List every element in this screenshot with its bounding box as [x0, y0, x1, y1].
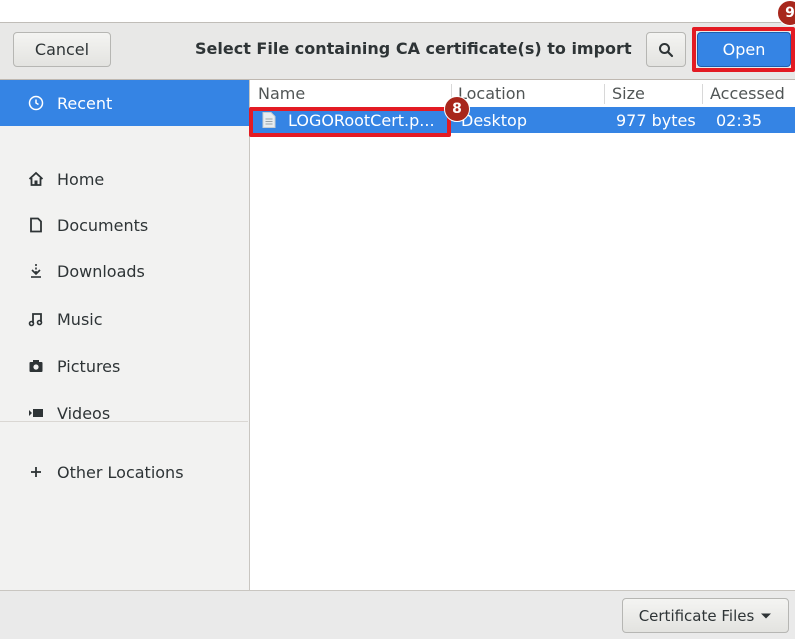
annotation-highlight-file [249, 107, 451, 137]
sidebar-item-downloads[interactable]: Downloads [0, 248, 249, 294]
sidebar-item-label: Pictures [57, 356, 121, 376]
sidebar-separator [0, 421, 248, 422]
bottom-bar: Certificate Files [0, 590, 795, 639]
file-chooser-dialog: Cancel Select File containing CA certifi… [0, 22, 795, 639]
sidebar-item-label: Other Locations [57, 462, 184, 482]
file-list: Name Location Size Accessed LOGORootCert… [250, 80, 795, 590]
file-location: Desktop [461, 110, 527, 130]
document-icon [27, 216, 45, 234]
video-icon [27, 404, 45, 422]
header-bar: Cancel Select File containing CA certifi… [0, 23, 795, 80]
sidebar-item-label: Home [57, 169, 105, 189]
sidebar-item-documents[interactable]: Documents [0, 202, 249, 248]
file-size: 977 bytes [616, 110, 696, 130]
places-sidebar: Recent Home Documents Downloads Music Pi… [0, 80, 250, 590]
file-accessed: 02:35 [716, 110, 763, 130]
sidebar-item-label: Music [57, 309, 103, 329]
sidebar-item-videos[interactable]: Videos [0, 390, 249, 436]
file-filter-dropdown[interactable]: Certificate Files [622, 598, 789, 633]
search-button[interactable] [646, 32, 686, 67]
sidebar-item-recent[interactable]: Recent [0, 80, 249, 126]
camera-icon [27, 357, 45, 375]
annotation-highlight-open [692, 27, 795, 72]
search-icon [659, 42, 674, 57]
column-header-name[interactable]: Name [258, 80, 305, 106]
sidebar-item-other-locations[interactable]: Other Locations [0, 449, 249, 495]
music-icon [27, 310, 45, 328]
column-divider [604, 84, 605, 104]
home-icon [27, 170, 45, 188]
sidebar-item-label: Videos [57, 403, 111, 423]
annotation-badge-8: 8 [444, 96, 470, 122]
sidebar-item-label: Recent [57, 93, 113, 113]
filter-label: Certificate Files [638, 606, 755, 625]
sidebar-item-music[interactable]: Music [0, 296, 249, 342]
sidebar-item-label: Documents [57, 215, 149, 235]
plus-icon [27, 463, 45, 481]
cancel-button[interactable]: Cancel [13, 32, 111, 67]
chevron-down-icon [761, 613, 772, 618]
sidebar-item-label: Downloads [57, 261, 145, 281]
column-header-accessed[interactable]: Accessed [710, 80, 785, 106]
clock-icon [27, 94, 45, 112]
dialog-title: Select File containing CA certificate(s)… [195, 39, 632, 58]
column-divider [702, 84, 703, 104]
column-header-size[interactable]: Size [612, 80, 645, 106]
download-icon [27, 262, 45, 280]
sidebar-item-home[interactable]: Home [0, 156, 249, 202]
sidebar-item-pictures[interactable]: Pictures [0, 343, 249, 389]
